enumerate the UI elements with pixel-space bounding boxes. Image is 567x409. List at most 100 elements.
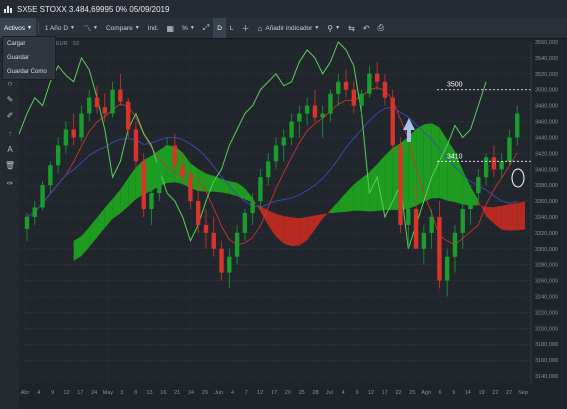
text-tool-icon[interactable]: A xyxy=(4,144,16,156)
candle-body xyxy=(367,73,372,94)
indicator-short-button[interactable]: Ind. xyxy=(144,18,163,38)
candle-body xyxy=(234,232,240,257)
table-button[interactable]: ▦ xyxy=(162,18,178,38)
price-chart[interactable]: 3500 3410 3560,000 3540,000 3520,000 3500,00… xyxy=(19,38,567,409)
print-button[interactable]: ⎙ xyxy=(374,18,388,38)
brush-tool-icon[interactable]: ✐ xyxy=(4,110,16,122)
candle-body xyxy=(390,97,395,146)
x-tick-label: 12 xyxy=(63,390,69,396)
x-tick-label: Ago xyxy=(421,390,431,396)
x-tick-label: 12 xyxy=(257,390,263,396)
chart-type-dropdown[interactable]: 〽 ▼ xyxy=(79,18,102,38)
period-dropdown[interactable]: 1 Año D ▼ xyxy=(41,18,79,38)
candle-body xyxy=(452,232,458,257)
candle-body xyxy=(118,89,123,102)
line-chart-icon: 〽 xyxy=(83,23,91,33)
x-tick-label: 19 xyxy=(478,390,484,396)
x-tick-label: 7 xyxy=(245,390,248,396)
crosshair-button[interactable]: ＋ xyxy=(238,18,254,38)
trash-icon[interactable]: 🗑 xyxy=(4,160,16,172)
pencil-tool-icon[interactable]: ✎ xyxy=(4,94,16,106)
crosshair-icon: ＋ xyxy=(241,23,250,33)
x-tick-label: 17 xyxy=(382,390,388,396)
compare-dropdown[interactable]: Compare ▼ xyxy=(102,18,144,38)
candle-body xyxy=(406,209,411,225)
candle-body xyxy=(55,145,61,166)
l-button[interactable]: L xyxy=(226,18,238,38)
x-tick-label: 8 xyxy=(134,390,137,396)
candle-body xyxy=(24,216,30,229)
chevron-down-icon: ▼ xyxy=(93,25,98,31)
activos-dropdown[interactable]: Activos ▼ xyxy=(0,18,36,38)
chevron-down-icon: ▼ xyxy=(189,25,195,31)
cloud-segment xyxy=(283,215,292,247)
x-tick-label: 4 xyxy=(231,390,234,396)
add-indicator-dropdown[interactable]: ⌂ Añadir indicador ▼ xyxy=(254,18,324,38)
candle-body xyxy=(382,81,388,98)
candle-body xyxy=(476,177,481,194)
cloud-segment xyxy=(384,147,393,210)
x-tick-label: 28 xyxy=(312,390,318,396)
pen-tool-icon[interactable]: ✑ xyxy=(4,178,16,190)
x-tick-label: 17 xyxy=(77,390,83,396)
candle-body xyxy=(242,213,248,233)
candle-body xyxy=(413,209,419,249)
undo-button[interactable]: ↶ xyxy=(359,18,374,38)
x-tick-label: 27 xyxy=(506,390,512,396)
candle-body xyxy=(507,137,512,162)
zoom-dropdown[interactable]: ⚲ ▼ xyxy=(323,18,344,38)
candle-body xyxy=(312,105,318,118)
candle-body xyxy=(149,193,154,210)
y-tick-label: 3240,000 xyxy=(535,295,558,301)
x-tick-label: 13 xyxy=(146,390,152,396)
candle-body xyxy=(211,232,216,249)
percent-dropdown[interactable]: % ▼ xyxy=(178,18,199,38)
bank-icon: ⌂ xyxy=(257,23,263,33)
menu-item-guardar[interactable]: Guardar xyxy=(3,51,55,65)
time-axis: Abr 4 9 12 17 24 May 3 8 13 16 21 24 29 Jun 4 7 12 17 20 25 2… xyxy=(21,390,528,396)
x-tick-label: 4 xyxy=(342,390,345,396)
menu-item-cargar[interactable]: Cargar xyxy=(3,37,55,51)
cloud-segment xyxy=(369,164,378,212)
x-tick-label: 14 xyxy=(465,390,471,396)
level-label: 3500 xyxy=(447,82,463,89)
candle-body xyxy=(483,157,489,178)
arrow-tool-icon[interactable]: ↑ xyxy=(4,128,16,140)
table-icon: ▦ xyxy=(166,23,175,33)
candle-body xyxy=(429,216,434,233)
share-button[interactable]: ⇆ xyxy=(344,18,359,38)
expand-icon: ⤢ xyxy=(202,23,210,32)
candle-body xyxy=(468,193,473,210)
y-tick-label: 3480,000 xyxy=(535,104,558,110)
y-tick-label: 3440,000 xyxy=(535,135,558,141)
y-tick-label: 3420,000 xyxy=(535,151,558,157)
candle-body xyxy=(297,113,302,122)
chart-logo-icon xyxy=(4,6,12,13)
share-icon: ⇆ xyxy=(348,23,355,33)
y-tick-label: 3520,000 xyxy=(535,72,558,78)
title-bar: SX5E STOXX 3.484,69995 0% 05/09/2019 xyxy=(0,0,567,18)
undo-icon: ↶ xyxy=(362,23,370,33)
x-tick-label: 25 xyxy=(409,390,415,396)
chevron-down-icon: ▼ xyxy=(335,25,341,31)
x-tick-label: 4 xyxy=(37,390,40,396)
cloud-segment xyxy=(205,173,214,192)
x-tick-label: 9 xyxy=(355,390,358,396)
x-tick-label: Abr xyxy=(21,390,30,396)
cloud-segment xyxy=(291,217,300,247)
fullscreen-button[interactable]: ⤢ xyxy=(199,18,213,38)
candle-body xyxy=(164,145,170,162)
x-tick-label: 21 xyxy=(174,390,180,396)
candle-body xyxy=(110,89,115,114)
x-tick-label: Jun xyxy=(214,390,223,396)
x-tick-label: 22 xyxy=(492,390,498,396)
y-tick-label: 3340,000 xyxy=(535,215,558,221)
x-tick-label: Jul xyxy=(326,390,333,396)
candle-body xyxy=(289,121,294,138)
chevron-down-icon: ▼ xyxy=(134,25,140,31)
print-icon: ⎙ xyxy=(377,23,384,32)
candle-body xyxy=(491,157,497,170)
d-button[interactable]: D xyxy=(213,18,226,38)
candle-body xyxy=(328,93,333,114)
menu-item-guardar-como[interactable]: Guardar Como xyxy=(3,65,55,79)
